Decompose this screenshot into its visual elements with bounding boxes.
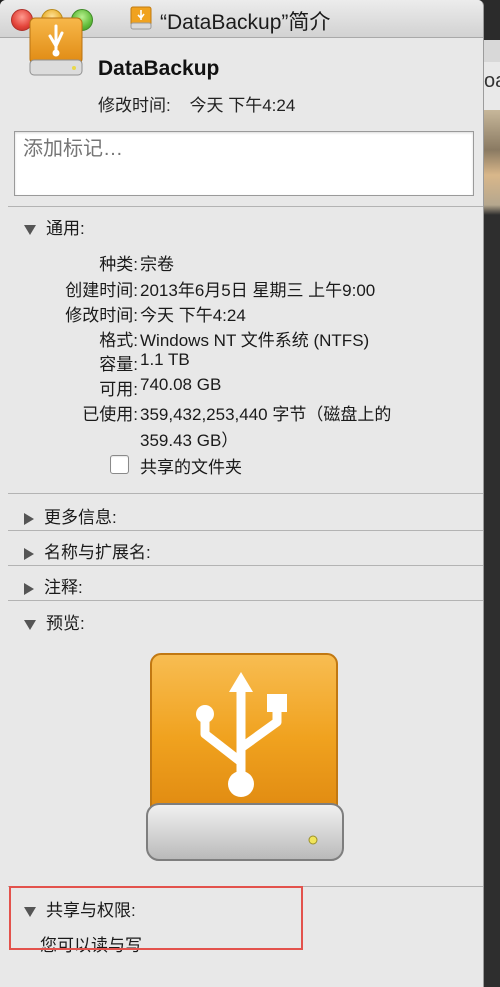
info-value: 359.43 GB） [140, 431, 239, 450]
info-value: 今天 下午4:24 [140, 306, 246, 325]
shared-folder-checkbox[interactable] [110, 455, 129, 474]
info-value: 1.1 TB [140, 350, 190, 369]
section-preview[interactable]: 预览: [24, 609, 85, 634]
section-general-heading: 通用: [46, 219, 85, 238]
drive-icon [29, 17, 83, 76]
info-label: 已使用: [82, 405, 138, 424]
info-label: 可用: [99, 380, 138, 399]
info-window: “DataBackup”简介 DataBackup 修改时间: 今天 下午4:2… [0, 0, 484, 987]
divider [8, 565, 483, 566]
info-label: 格式: [99, 331, 138, 350]
info-label: 修改时间: [65, 306, 138, 325]
disclosure-right-icon[interactable] [24, 582, 34, 595]
disclosure-right-icon[interactable] [24, 512, 34, 525]
window-title: “DataBackup”简介 [160, 11, 331, 34]
tags-field[interactable] [14, 131, 474, 196]
header-modified-value: 今天 下午4:24 [189, 96, 296, 115]
drive-title-icon [130, 6, 152, 30]
section-comments-label: 注释: [44, 578, 83, 597]
highlight-box [9, 886, 303, 950]
info-label: 创建时间: [65, 281, 138, 300]
divider [8, 206, 483, 207]
volume-name: DataBackup [98, 57, 220, 80]
drive-preview-icon [146, 653, 344, 861]
info-value: 2013年6月5日 星期三 上午9:00 [140, 281, 376, 300]
info-row-used-cont: 359.43 GB） [140, 426, 238, 451]
section-general[interactable]: 通用: [24, 214, 85, 239]
header-modified: 修改时间: 今天 下午4:24 [98, 91, 309, 116]
section-more-info[interactable]: 更多信息: [24, 503, 117, 528]
tags-input[interactable] [15, 132, 471, 167]
section-more-info-label: 更多信息: [44, 508, 117, 527]
divider [8, 530, 483, 531]
info-value: 740.08 GB [140, 375, 222, 394]
section-name-ext[interactable]: 名称与扩展名: [24, 538, 151, 563]
divider [8, 600, 483, 601]
divider [8, 493, 483, 494]
disclosure-right-icon[interactable] [24, 547, 34, 560]
section-comments[interactable]: 注释: [24, 573, 83, 598]
info-label: 容量: [99, 355, 138, 374]
background-text: oa [484, 70, 500, 92]
section-name-ext-label: 名称与扩展名: [44, 543, 151, 562]
info-value: 宗卷 [140, 255, 174, 274]
info-value: Windows NT 文件系统 (NTFS) [140, 331, 370, 350]
disclosure-down-icon[interactable] [24, 619, 36, 630]
info-label: 种类: [99, 255, 138, 274]
disclosure-down-icon[interactable] [24, 224, 36, 235]
info-value: 359,432,253,440 字节（磁盘上的 [140, 405, 392, 424]
section-preview-label: 预览: [46, 614, 85, 633]
shared-folder-label: 共享的文件夹 [140, 458, 242, 477]
header-modified-label: 修改时间: [98, 96, 171, 115]
